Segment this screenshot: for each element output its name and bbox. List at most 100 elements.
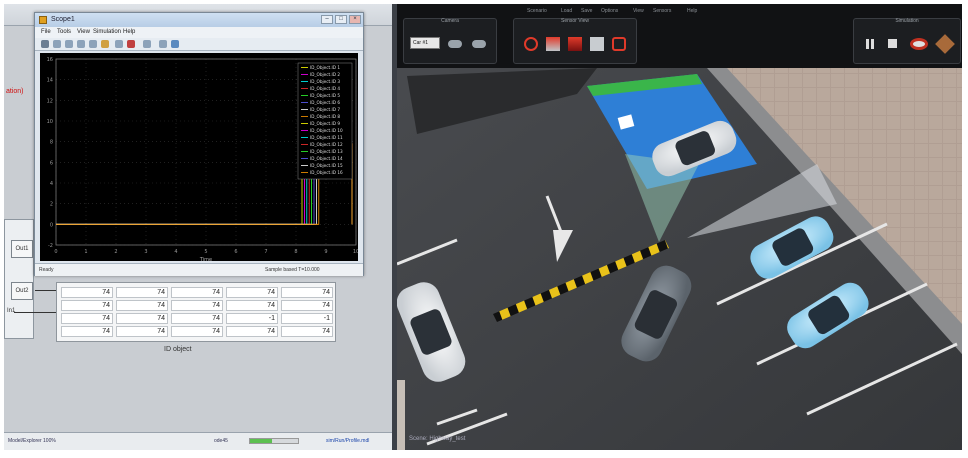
menu-file[interactable]: File	[41, 29, 51, 35]
x-tick-label: 8	[294, 249, 297, 255]
float-icon[interactable]	[171, 40, 179, 48]
x-tick-label: 10	[353, 249, 358, 255]
menu-view[interactable]: View	[77, 29, 90, 35]
parking-scene[interactable]	[397, 4, 962, 450]
close-button[interactable]: ×	[349, 15, 361, 24]
menu-options[interactable]: Options	[601, 8, 618, 14]
out-port-2[interactable]: Out2	[11, 282, 33, 300]
display-cell: 74	[281, 326, 333, 337]
maximize-button[interactable]: □	[335, 15, 347, 24]
camera-sensor-icon[interactable]	[612, 37, 626, 51]
lidar-sensor-icon[interactable]	[568, 37, 582, 51]
y-tick-label: 0	[50, 222, 53, 228]
display-cell: 74	[116, 287, 168, 298]
matlab-icon	[39, 16, 47, 24]
scope-menubar: File Tools View Simulation Help	[35, 27, 363, 38]
legend-label: ID_Object.ID 4	[310, 86, 340, 91]
menu-save[interactable]: Save	[581, 8, 592, 14]
x-tick-label: 9	[324, 249, 327, 255]
target-icon[interactable]	[524, 37, 538, 51]
pause-icon[interactable]	[866, 39, 874, 49]
zoom-in-icon[interactable]	[53, 40, 61, 48]
menu-sensors[interactable]: Sensors	[653, 8, 671, 14]
legend-label: ID_Object.ID 13	[310, 149, 343, 154]
display-block-title: ID object	[164, 346, 192, 353]
legend-label: ID_Object.ID 7	[310, 107, 340, 112]
x-tick-label: 7	[264, 249, 267, 255]
menu-view[interactable]: View	[633, 8, 644, 14]
out-port-1[interactable]: Out1	[11, 240, 33, 258]
sensor-view-group: Sensor View	[513, 18, 637, 64]
menu-simulation[interactable]: Simulation	[93, 29, 121, 35]
display-block[interactable]: 74 74 74 74 74 74 74 74 74 74 74 74 74 -1 -1 74 74 74 74 74	[56, 282, 336, 342]
display-cell: 74	[171, 300, 223, 311]
car-view-2-icon[interactable]	[472, 40, 486, 48]
radar-sensor-icon[interactable]	[546, 37, 560, 51]
legend-label: ID_Object.ID 14	[310, 156, 343, 161]
simulink-panel: ation) Out1 Out2 In1 74 74 74 74 74 74 74 74 74 7…	[4, 4, 394, 450]
autoscale-icon[interactable]	[101, 40, 109, 48]
x-tick-label: 5	[204, 249, 207, 255]
scope-title: Scope1	[51, 16, 75, 23]
legend-label: ID_Object.ID 5	[310, 93, 340, 98]
menu-load[interactable]: Load	[561, 8, 572, 14]
display-cell: 74	[61, 300, 113, 311]
menu-help[interactable]: Help	[687, 8, 697, 14]
display-cell: 74	[61, 313, 113, 324]
y-tick-label: 16	[47, 57, 53, 63]
display-cell: 74	[171, 326, 223, 337]
display-cell: 74	[116, 313, 168, 324]
status-left: Model/Explorer 100%	[8, 438, 56, 444]
subsystem-block[interactable]: Out1 Out2	[4, 219, 34, 339]
display-cell: 74	[116, 326, 168, 337]
display-cell: 74	[226, 326, 278, 337]
scope-plot-area[interactable]: 0 1 2 3 4 5 6 7 8 9 10 16 14 12 10 8 6 4 2 0 -2 Time ID_Object…	[40, 53, 360, 263]
display-cell: 74	[61, 326, 113, 337]
y-tick-label: 14	[47, 78, 53, 84]
scope-window[interactable]: Scope1 – □ × File Tools View Simulation …	[34, 12, 364, 276]
y-tick-label: 4	[50, 181, 53, 187]
eye-view-icon[interactable]	[910, 38, 928, 50]
simulation-group: Simulation	[853, 18, 961, 64]
zoom-y-icon[interactable]	[89, 40, 97, 48]
x-tick-label: 0	[54, 249, 57, 255]
save-axes-icon[interactable]	[115, 40, 123, 48]
minimize-button[interactable]: –	[321, 15, 333, 24]
scope-plot: 0 1 2 3 4 5 6 7 8 9 101614121086420-2TimeID_Object…	[47, 57, 360, 263]
model-label: ation)	[6, 88, 24, 95]
scope-titlebar[interactable]: Scope1 – □ ×	[35, 13, 363, 27]
menu-scenario[interactable]: Scenario	[527, 8, 547, 14]
legend-label: ID_Object.ID 6	[310, 100, 340, 105]
zoom-x-icon[interactable]	[77, 40, 85, 48]
menu-help[interactable]: Help	[123, 29, 135, 35]
print-icon[interactable]	[41, 40, 49, 48]
viewer-status: Scene: Highway_test	[409, 436, 466, 442]
scope-status-bar: Ready Sample based T=10.000	[35, 263, 363, 276]
restore-icon[interactable]	[127, 40, 135, 48]
parameters-icon[interactable]	[143, 40, 151, 48]
legend-label: ID_Object.ID 2	[310, 72, 340, 77]
legend-label: ID_Object.ID 10	[310, 128, 343, 133]
y-tick-label: -2	[48, 243, 53, 249]
zoom-out-icon[interactable]	[65, 40, 73, 48]
legend-label: ID_Object.ID 1	[310, 65, 340, 70]
highlight-icon[interactable]	[159, 40, 167, 48]
scope-status-left: Ready	[39, 267, 54, 273]
scope-toolbar	[35, 38, 363, 51]
camera-group: Camera Car #1	[403, 18, 497, 64]
legend-label: ID_Object.ID 8	[310, 114, 340, 119]
car-view-icon[interactable]	[448, 40, 462, 48]
x-tick-label: 1	[84, 249, 87, 255]
stop-icon[interactable]	[888, 39, 897, 48]
camera-group-label: Camera	[441, 18, 459, 24]
status-solver: ode45	[214, 438, 228, 444]
display-cell: 74	[226, 300, 278, 311]
ultrasonic-sensor-icon[interactable]	[590, 37, 604, 51]
camera-select[interactable]: Car #1	[410, 37, 440, 49]
display-cell: 74	[226, 287, 278, 298]
x-tick-label: 6	[234, 249, 237, 255]
y-tick-label: 6	[50, 160, 53, 166]
display-cell: 74	[171, 313, 223, 324]
menu-tools[interactable]: Tools	[57, 29, 71, 35]
box-3d-icon[interactable]	[935, 34, 955, 54]
